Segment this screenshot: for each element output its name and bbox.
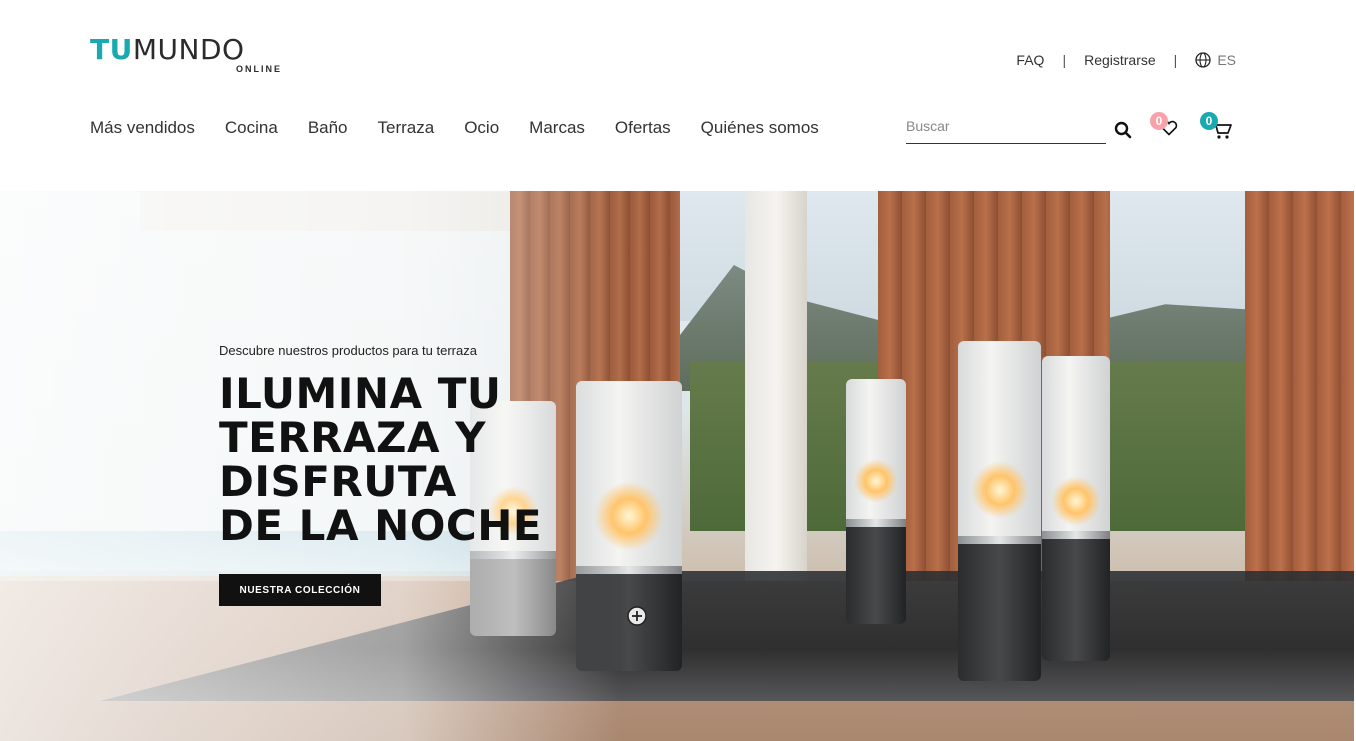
plus-icon[interactable]: [627, 606, 647, 626]
hero-title-line: TERRAZA Y: [219, 413, 487, 462]
candle-lamp: [1042, 356, 1110, 661]
top-nav: FAQ | Registrarse | ES: [1016, 52, 1236, 68]
candle-lamp: [846, 379, 906, 624]
logo[interactable]: TUMUNDO ONLINE: [90, 36, 282, 76]
logo-tu: TU: [90, 33, 133, 66]
logo-mundo: MUNDO: [132, 33, 245, 66]
hero-title-line: DISFRUTA: [219, 457, 457, 506]
main-nav: Más vendidos Cocina Baño Terraza Ocio Ma…: [90, 118, 819, 138]
hero-text-block: Descubre nuestros productos para tu terr…: [219, 343, 542, 548]
hero-subtitle: Descubre nuestros productos para tu terr…: [219, 343, 477, 358]
hero-banner: [0, 191, 1354, 741]
logo-subtitle: ONLINE: [235, 64, 282, 74]
collection-button[interactable]: NUESTRA COLECCIÓN: [219, 574, 381, 606]
wishlist-button[interactable]: 0: [1150, 112, 1182, 140]
search-box: [906, 112, 1106, 144]
search-icon[interactable]: [1114, 121, 1132, 139]
nav-item-bano[interactable]: Baño: [308, 118, 348, 138]
cart-count-badge: 0: [1200, 112, 1218, 130]
separator: |: [1062, 52, 1067, 68]
hero-title-line: ILUMINA TU: [219, 369, 502, 418]
search-input[interactable]: [906, 112, 1106, 140]
separator: |: [1173, 52, 1178, 68]
wishlist-count-badge: 0: [1150, 112, 1168, 130]
nav-item-terraza[interactable]: Terraza: [378, 118, 435, 138]
site-header: TUMUNDO ONLINE FAQ | Registrarse | ES Má…: [0, 0, 1356, 191]
nav-item-ocio[interactable]: Ocio: [464, 118, 499, 138]
candle-lamp: [958, 341, 1041, 681]
nav-item-cocina[interactable]: Cocina: [225, 118, 278, 138]
hero-title-line: DE LA NOCHE: [219, 501, 543, 550]
language-label: ES: [1217, 52, 1236, 68]
cart-button[interactable]: 0: [1200, 112, 1232, 140]
globe-icon: [1195, 52, 1211, 68]
nav-item-ofertas[interactable]: Ofertas: [615, 118, 671, 138]
nav-item-marcas[interactable]: Marcas: [529, 118, 585, 138]
register-link[interactable]: Registrarse: [1084, 52, 1156, 68]
nav-item-quienes-somos[interactable]: Quiénes somos: [701, 118, 819, 138]
faq-link[interactable]: FAQ: [1016, 52, 1044, 68]
hero-title: ILUMINA TU TERRAZA Y DISFRUTA DE LA NOCH…: [219, 372, 542, 548]
language-selector[interactable]: ES: [1195, 52, 1236, 68]
logo-wordmark: TUMUNDO: [90, 36, 282, 64]
nav-item-mas-vendidos[interactable]: Más vendidos: [90, 118, 195, 138]
